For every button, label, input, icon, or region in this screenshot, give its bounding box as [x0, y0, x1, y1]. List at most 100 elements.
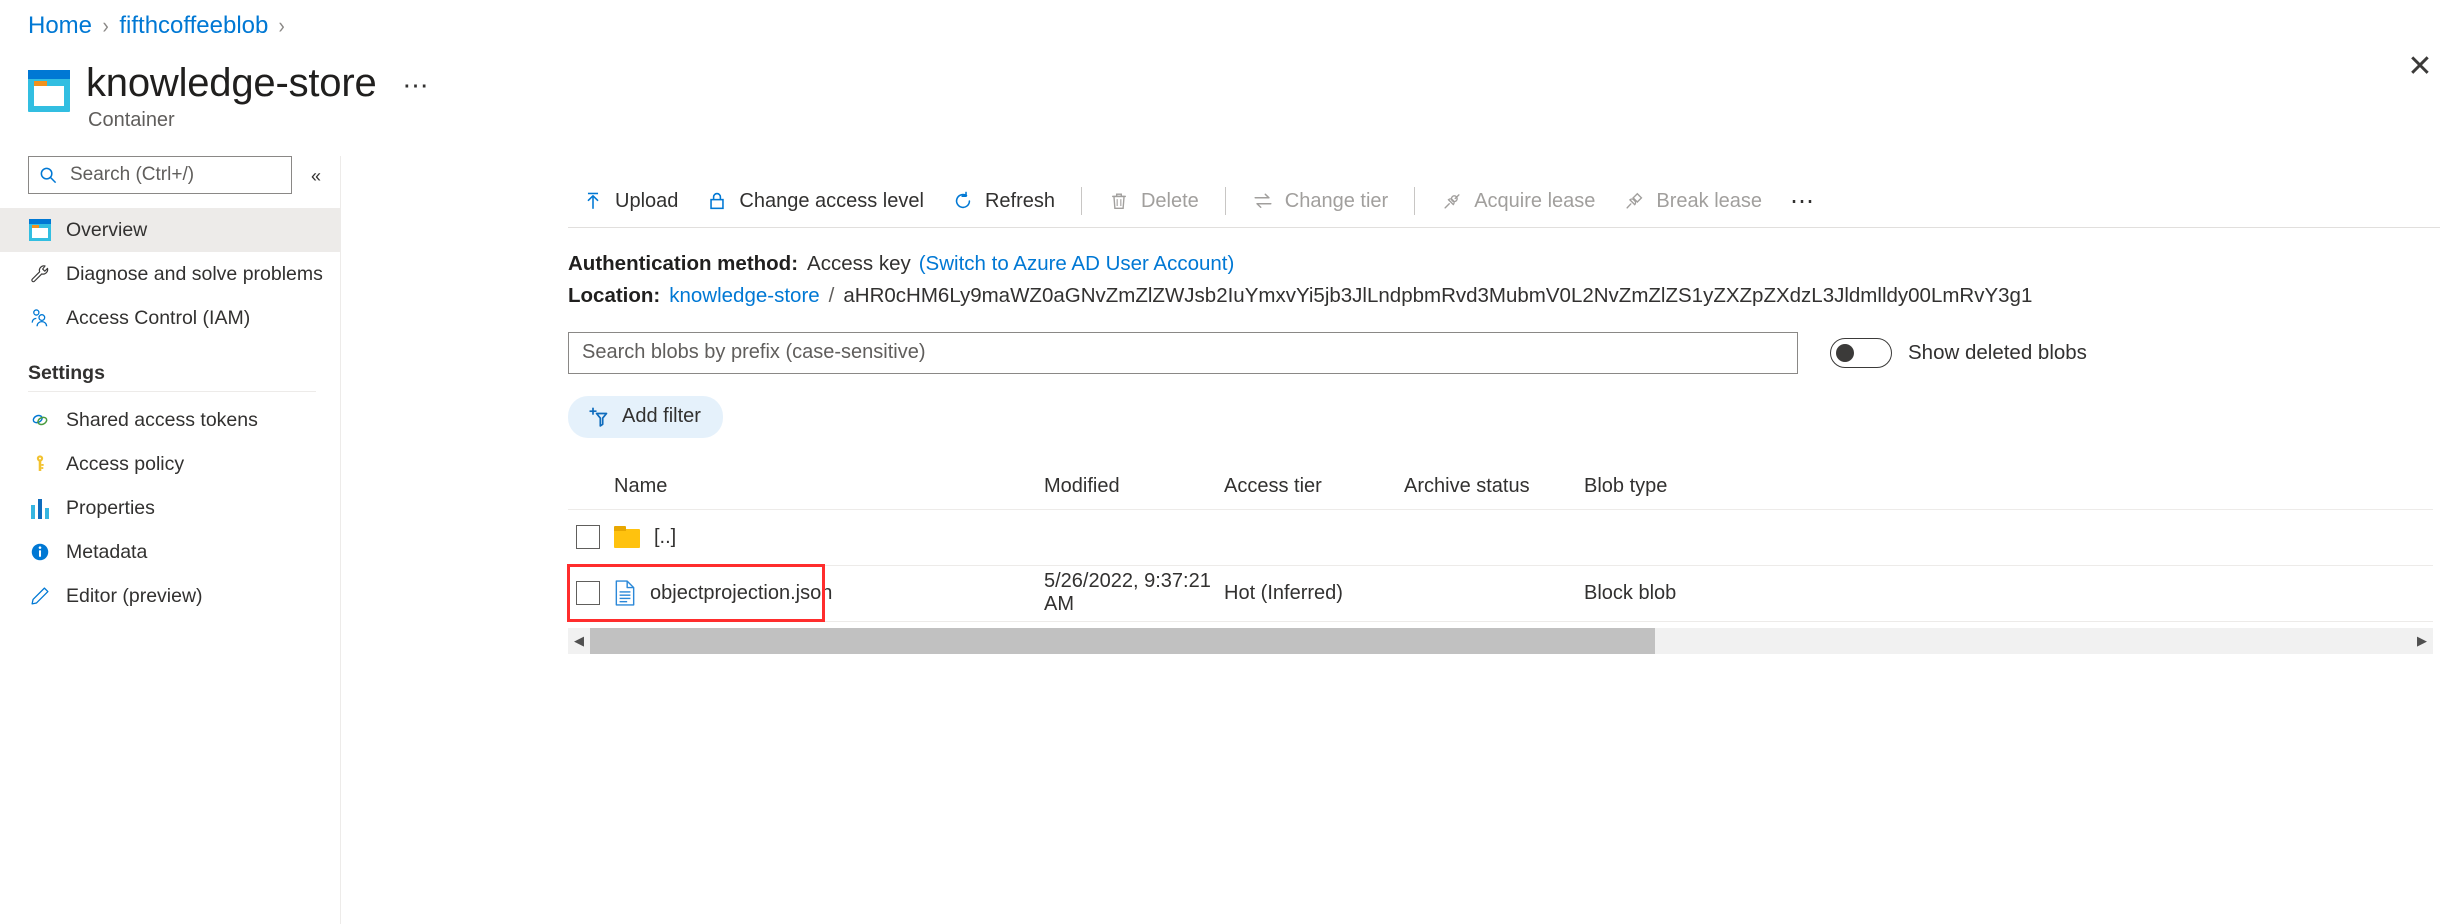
azure-blob-container-page: Home › fifthcoffeeblob › knowledge-store…	[0, 0, 2464, 924]
show-deleted-blobs-label: Show deleted blobs	[1908, 340, 2087, 364]
people-icon	[28, 306, 52, 330]
row-modified: 5/26/2022, 9:37:21 AM	[1044, 570, 1211, 616]
folder-icon	[614, 526, 640, 549]
location-row: Location: knowledge-store / aHR0cHM6Ly9m…	[568, 280, 2440, 312]
blob-info: Authentication method: Access key (Switc…	[568, 248, 2440, 312]
upload-icon	[587, 192, 599, 209]
location-separator: /	[828, 283, 835, 307]
filter-row: Add filter	[568, 395, 2440, 438]
sidebar-divider	[28, 391, 316, 392]
add-filter-icon	[589, 407, 608, 427]
prefix-search-row: Show deleted blobs	[568, 331, 2440, 374]
sidebar-item-diagnose[interactable]: Diagnose and solve problems	[0, 252, 340, 296]
key-icon	[28, 452, 52, 476]
sidebar-item-label-overview: Overview	[66, 218, 148, 241]
scroll-left-arrow-icon[interactable]: ◀	[568, 628, 590, 654]
lock-icon	[710, 192, 725, 210]
sidebar-item-label-diagnose: Diagnose and solve problems	[66, 262, 323, 285]
plug-icon	[1444, 194, 1460, 209]
breadcrumb-item-home[interactable]: Home	[28, 12, 92, 40]
container-icon	[28, 70, 70, 112]
refresh-button[interactable]: Refresh	[938, 184, 1069, 219]
sidebar-item-label-access-control: Access Control (IAM)	[66, 306, 251, 329]
table-horizontal-scrollbar[interactable]: ◀ ▶	[568, 627, 2433, 654]
table-row[interactable]: objectprojection.json 5/26/2022, 9:37:21…	[567, 563, 2433, 622]
upload-button-label: Upload	[615, 189, 679, 212]
location-path: aHR0cHM6Ly9maWZ0aGNvZmZlZWJsb2IuYmxvYi5j…	[843, 283, 2033, 307]
properties-icon	[28, 496, 52, 520]
authentication-method-label: Authentication method:	[568, 252, 799, 275]
sidebar-item-label-access-policy: Access policy	[66, 452, 185, 475]
location-container-link[interactable]: knowledge-store	[669, 280, 819, 312]
main-content: Upload Change access level Refresh Delet…	[567, 175, 2440, 654]
row-checkbox[interactable]	[576, 581, 600, 606]
table-header-row: Name Modified Access tier Archive status…	[568, 464, 2433, 510]
sidebar-item-shared-access-tokens[interactable]: Shared access tokens	[0, 398, 340, 442]
show-deleted-blobs-toggle[interactable]	[1830, 337, 1892, 368]
search-input[interactable]	[68, 163, 281, 187]
page-header: knowledge-store ⋯ Container	[28, 58, 435, 132]
authentication-method-row: Authentication method: Access key (Switc…	[568, 248, 2440, 280]
toolbar-separator-1	[1080, 187, 1082, 215]
sidebar-item-properties[interactable]: Properties	[0, 486, 340, 530]
sidebar-item-label-shared-access-tokens: Shared access tokens	[66, 408, 258, 431]
acquire-lease-button[interactable]: Acquire lease	[1427, 184, 1609, 219]
scroll-right-arrow-icon[interactable]: ▶	[2411, 628, 2433, 654]
sidebar-item-access-policy[interactable]: Access policy	[0, 442, 340, 486]
sidebar-item-label-editor: Editor (preview)	[66, 584, 203, 607]
table-row[interactable]: [..]	[568, 510, 2433, 566]
sidebar-search[interactable]	[28, 156, 292, 194]
column-header-modified[interactable]: Modified	[1044, 475, 1224, 498]
break-lease-button[interactable]: Break lease	[1609, 184, 1776, 219]
row-name-cell: objectprojection.json	[614, 580, 1044, 606]
collapse-sidebar-button[interactable]: «	[300, 162, 330, 190]
container-icon-small	[28, 218, 52, 242]
row-blob-type: Block blob	[1584, 581, 1677, 604]
row-checkbox[interactable]	[576, 525, 600, 550]
upload-button[interactable]: Upload	[568, 184, 692, 219]
acquire-lease-button-label: Acquire lease	[1474, 189, 1596, 212]
prefix-search-input[interactable]	[568, 331, 1798, 374]
sidebar-item-overview[interactable]: Overview	[0, 208, 340, 252]
sidebar-item-access-control[interactable]: Access Control (IAM)	[0, 296, 340, 340]
toolbar-divider	[568, 227, 2440, 228]
change-access-level-button[interactable]: Change access level	[692, 184, 938, 219]
scrollbar-track[interactable]	[590, 627, 2411, 654]
breadcrumb-separator-icon-2: ›	[278, 13, 286, 38]
breadcrumb: Home › fifthcoffeeblob ›	[28, 12, 286, 40]
page-more-menu-button[interactable]: ⋯	[399, 64, 435, 107]
column-header-blob-type[interactable]: Blob type	[1584, 475, 1784, 498]
page-title: knowledge-store	[86, 60, 377, 105]
page-subtitle: Container	[88, 109, 175, 131]
command-toolbar: Upload Change access level Refresh Delet…	[568, 175, 2440, 227]
sidebar-item-label-metadata: Metadata	[66, 540, 148, 563]
scrollbar-thumb[interactable]	[590, 627, 1655, 654]
plug-break-icon	[1626, 192, 1643, 209]
refresh-button-label: Refresh	[984, 189, 1055, 212]
toolbar-overflow-button[interactable]: ⋯	[1776, 183, 1831, 220]
row-name-blob[interactable]: objectprojection.json	[650, 582, 832, 605]
info-icon	[28, 540, 52, 564]
close-icon[interactable]: ✕	[2398, 45, 2442, 89]
blob-table: Name Modified Access tier Archive status…	[567, 464, 2433, 622]
column-header-access-tier[interactable]: Access tier	[1224, 475, 1404, 498]
sidebar-divider-vertical	[340, 156, 341, 924]
add-filter-button[interactable]: Add filter	[568, 395, 723, 438]
column-header-name[interactable]: Name	[614, 475, 1044, 498]
sidebar-item-metadata[interactable]: Metadata	[0, 530, 340, 574]
pencil-icon	[28, 584, 52, 608]
sidebar-item-label-properties: Properties	[66, 496, 155, 519]
location-label: Location:	[568, 283, 661, 307]
sidebar-nav-list: Overview Diagnose and solve problems Acc…	[0, 208, 340, 340]
breadcrumb-item-storage-account[interactable]: fifthcoffeeblob	[119, 12, 268, 40]
sidebar: « Overview Diagnose and solve problems	[0, 156, 340, 618]
sidebar-item-editor[interactable]: Editor (preview)	[0, 574, 340, 618]
row-checkbox-cell	[568, 581, 614, 606]
sidebar-settings-list: Shared access tokens Access policy Prope…	[0, 398, 340, 618]
delete-button[interactable]: Delete	[1094, 184, 1213, 219]
row-access-tier: Hot (Inferred)	[1224, 581, 1343, 604]
change-tier-button[interactable]: Change tier	[1238, 184, 1402, 219]
switch-to-azure-ad-link[interactable]: (Switch to Azure AD User Account)	[919, 248, 1235, 280]
column-header-archive-status[interactable]: Archive status	[1404, 475, 1584, 498]
row-name-parent-folder[interactable]: [..]	[654, 526, 676, 549]
